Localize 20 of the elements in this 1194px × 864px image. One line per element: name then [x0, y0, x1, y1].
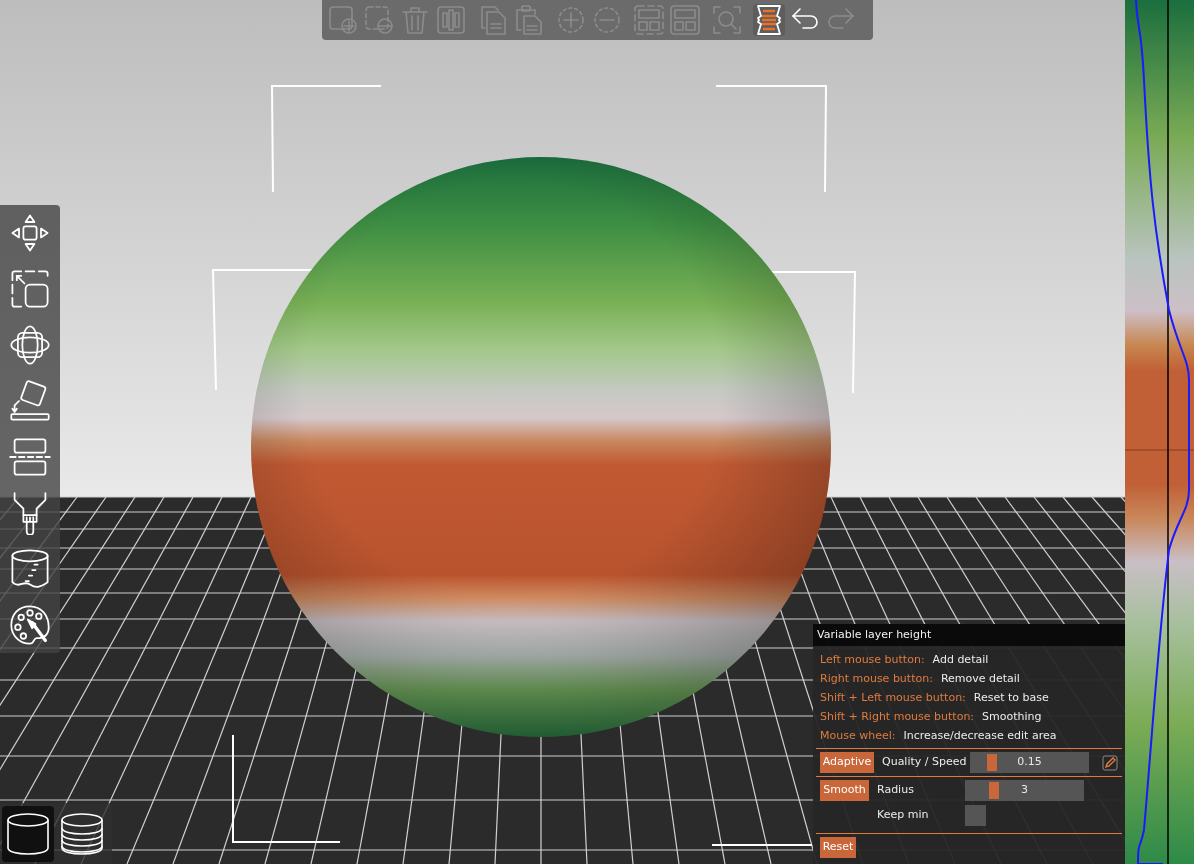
radius-label: Radius [877, 782, 915, 799]
hint-action: Reset to base [973, 689, 1049, 706]
hint-action: Increase/decrease edit area [903, 727, 1057, 744]
hint-action: Add detail [932, 651, 989, 668]
smooth-button[interactable]: Smooth [820, 780, 869, 801]
panel-title: Variable layer height [813, 624, 1125, 646]
hint-action: Remove detail [940, 670, 1020, 687]
slider[interactable]: 3 [965, 780, 1084, 801]
hint-key: Right mouse button: [820, 670, 933, 688]
slider-value: 3 [1021, 782, 1028, 799]
slider[interactable]: 0.15 [970, 752, 1089, 773]
keep-min-label: Keep min [877, 807, 930, 824]
hint-key: Mouse wheel: [820, 727, 896, 745]
adaptive-button[interactable]: Adaptive [820, 752, 874, 773]
hint-key: Shift + Right mouse button: [820, 708, 975, 726]
hint-action: Smoothing [982, 708, 1042, 725]
reset-button[interactable]: Reset [820, 837, 856, 858]
hint-key: Left mouse button: [820, 651, 925, 669]
slider-value: 0.15 [1017, 754, 1042, 771]
hint-key: Shift + Left mouse button: [820, 689, 966, 707]
